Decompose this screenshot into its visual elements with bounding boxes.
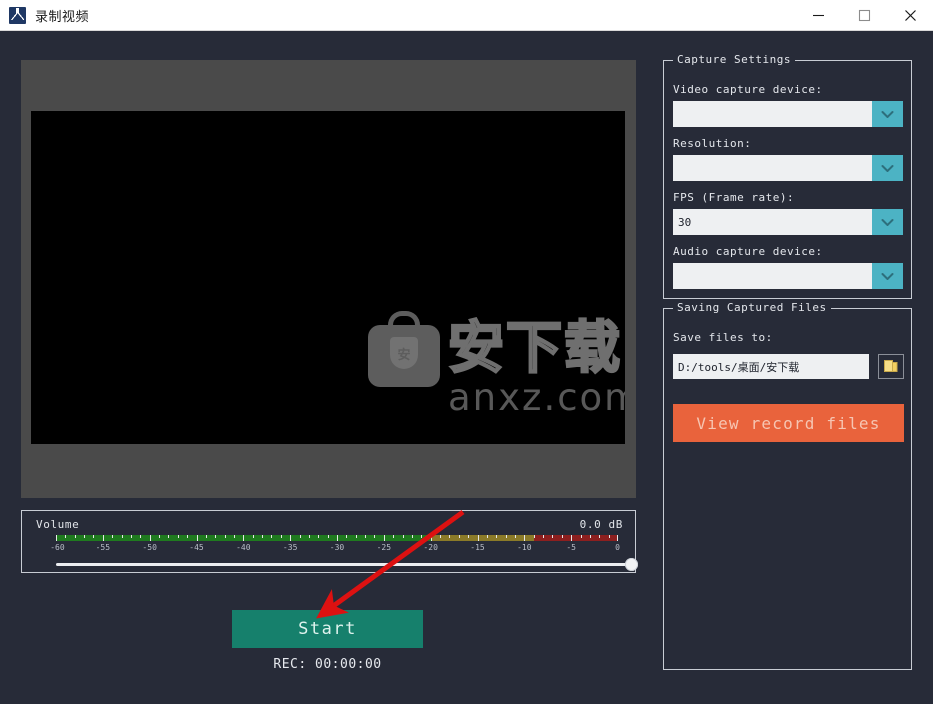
volume-level-readout: 0.0 dB: [579, 518, 623, 531]
watermark: 安 安下载 anxz.com: [368, 311, 625, 416]
title-bar: 录制视频: [0, 0, 933, 31]
volume-meter: [56, 535, 618, 541]
video-device-input[interactable]: [673, 101, 872, 127]
browse-folder-button[interactable]: [878, 354, 904, 379]
rec-timer: REC: 00:00:00: [273, 657, 382, 672]
capture-settings-legend: Capture Settings: [673, 53, 795, 66]
minimize-icon[interactable]: [795, 0, 841, 31]
scale-tick-label: -30: [329, 543, 345, 552]
meter-segment: [56, 535, 431, 541]
volume-slider[interactable]: [56, 558, 638, 572]
recorder-window: 录制视频 安 安下载 anxz.com Volume 0.0 dB -60 -5…: [0, 0, 933, 704]
scale-tick-label: -15: [470, 543, 485, 552]
capture-settings-group: Capture Settings Video capture device: R…: [663, 53, 912, 299]
chevron-down-icon[interactable]: [872, 209, 903, 235]
scale-tick-label: -45: [189, 543, 204, 552]
resolution-combo[interactable]: [673, 155, 903, 181]
window-title: 录制视频: [35, 9, 90, 25]
folder-icon: [884, 360, 898, 372]
meter-segment: [430, 535, 534, 541]
window-controls: [795, 0, 933, 31]
scale-tick-label: -5: [566, 543, 576, 552]
meter-segment: [533, 535, 618, 541]
volume-slider-track[interactable]: [56, 563, 638, 566]
save-path-input[interactable]: [673, 354, 869, 379]
volume-scale: -60 -55 -50 -45 -40 -35 -30 -25 -20 -15 -10 -5 0: [50, 543, 620, 555]
video-preview-area[interactable]: 安 安下载 anxz.com: [31, 111, 625, 444]
watermark-text-cn: 安下载: [447, 316, 622, 381]
maximize-icon[interactable]: [841, 0, 887, 31]
preview-frame: 安 安下载 anxz.com: [21, 60, 636, 498]
resolution-input[interactable]: [673, 155, 872, 181]
app-logo-icon: [9, 6, 26, 24]
view-record-files-button[interactable]: View record files: [673, 404, 904, 442]
audio-device-label: Audio capture device:: [673, 245, 823, 258]
bag-icon: 安: [368, 311, 440, 387]
fps-input[interactable]: [673, 209, 872, 235]
volume-label: Volume: [36, 518, 80, 531]
volume-panel: Volume 0.0 dB -60 -55 -50 -45 -40 -35 -30 -25 -2…: [21, 510, 638, 573]
saving-files-group: Saving Captured Files Save files to: Vie…: [663, 301, 912, 670]
fps-label: FPS (Frame rate):: [673, 191, 795, 204]
scale-tick-label: -40: [236, 543, 251, 552]
scale-tick-label: -60: [50, 543, 65, 552]
audio-device-combo[interactable]: [673, 263, 903, 289]
video-device-combo[interactable]: [673, 101, 903, 127]
chevron-down-icon[interactable]: [872, 155, 903, 181]
audio-device-input[interactable]: [673, 263, 872, 289]
scale-tick-label: -20: [423, 543, 438, 552]
volume-slider-handle[interactable]: [625, 558, 638, 571]
chevron-down-icon[interactable]: [872, 263, 903, 289]
save-path-label: Save files to:: [673, 331, 773, 344]
fps-combo[interactable]: [673, 209, 903, 235]
saving-files-legend: Saving Captured Files: [673, 301, 831, 314]
resolution-label: Resolution:: [673, 137, 752, 150]
scale-tick-label: -35: [282, 543, 298, 552]
close-icon[interactable]: [887, 0, 933, 31]
start-button[interactable]: Start: [232, 610, 423, 648]
watermark-domain: anxz.com: [448, 376, 625, 419]
scale-tick-label: 0: [615, 543, 620, 552]
scale-tick-label: -10: [517, 543, 532, 552]
scale-tick-label: -50: [142, 543, 157, 552]
video-device-label: Video capture device:: [673, 83, 823, 96]
watermark-badge: 安: [390, 337, 418, 369]
scale-tick-label: -25: [376, 543, 392, 552]
scale-tick-label: -55: [95, 543, 111, 552]
chevron-down-icon[interactable]: [872, 101, 903, 127]
